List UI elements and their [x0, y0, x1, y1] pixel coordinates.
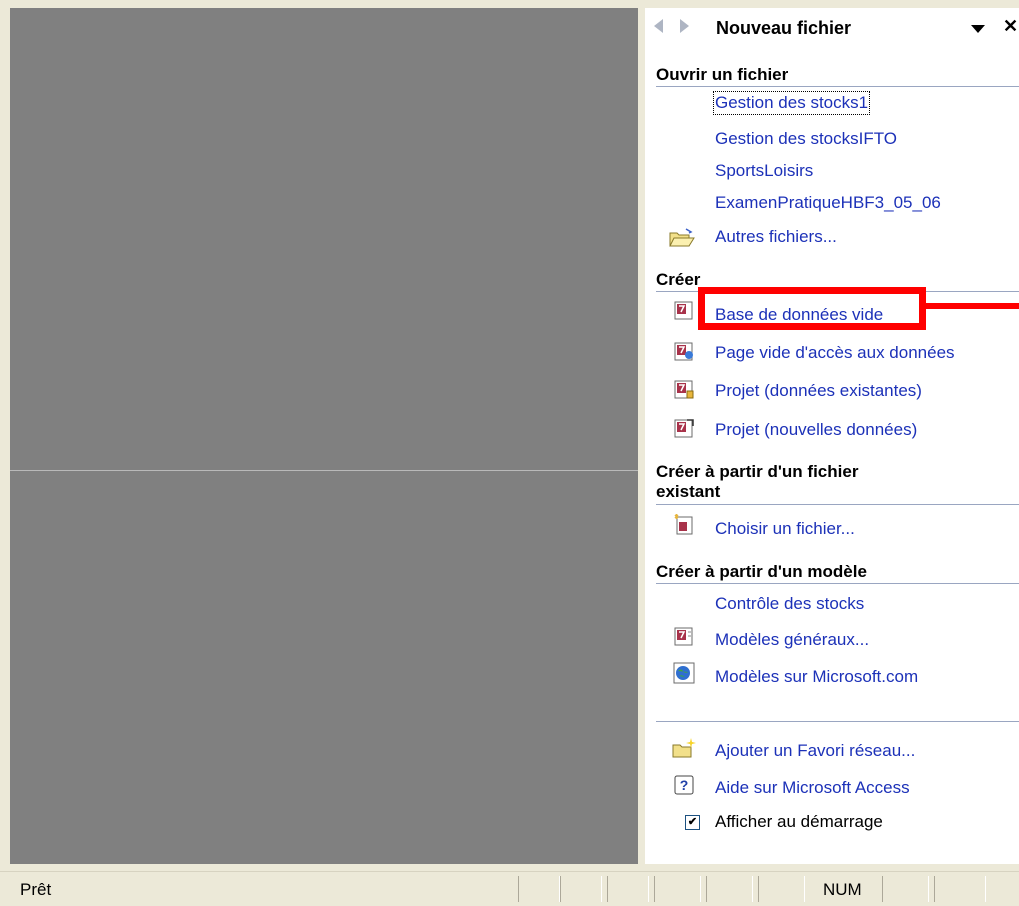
section-title-from-template: Créer à partir d'un modèle — [656, 562, 867, 581]
recent-file-link[interactable]: Gestion des stocksIFTO — [715, 129, 897, 149]
status-cell — [654, 876, 701, 902]
workspace-divider — [10, 470, 638, 471]
status-cell — [758, 876, 805, 902]
callout-line — [926, 303, 1019, 309]
close-icon[interactable]: ✕ — [1003, 16, 1018, 37]
section-title-open: Ouvrir un fichier — [656, 65, 789, 84]
num-lock-indicator: NUM — [823, 880, 862, 899]
mdi-workspace — [10, 8, 638, 864]
status-cell — [607, 876, 649, 902]
status-cell — [934, 876, 986, 902]
template-inventory-link[interactable]: Contrôle des stocks — [715, 594, 864, 614]
microsoft-templates-link[interactable]: Modèles sur Microsoft.com — [715, 667, 918, 687]
status-bar: Prêt NUM — [0, 871, 1019, 906]
section-title-create: Créer — [656, 270, 701, 289]
task-pane-title: Nouveau fichier — [716, 18, 852, 38]
other-files-link[interactable]: Autres fichiers... — [715, 227, 837, 247]
show-at-startup-label: Afficher au démarrage — [715, 812, 883, 831]
project-new-data-link[interactable]: Projet (nouvelles données) — [715, 420, 917, 440]
status-cell — [882, 876, 929, 902]
general-templates-link[interactable]: Modèles généraux... — [715, 630, 869, 650]
help-icon: ? — [674, 775, 694, 795]
svg-text:?: ? — [680, 777, 689, 793]
task-pane: Nouveau fichier ✕ Ouvrir un fichier Gest… — [645, 8, 1019, 864]
access-window: Nouveau fichier ✕ Ouvrir un fichier Gest… — [0, 0, 1019, 906]
data-access-page-icon — [674, 342, 693, 361]
blank-data-access-page-link[interactable]: Page vide d'accès aux données — [715, 343, 955, 363]
section-title-from-file: Créer à partir d'un fichier — [656, 462, 859, 481]
access-help-link[interactable]: Aide sur Microsoft Access — [715, 778, 910, 798]
recent-file-link[interactable]: Gestion des stocks1 — [712, 91, 871, 115]
choose-file-icon — [674, 514, 693, 535]
open-folder-icon — [669, 228, 695, 247]
recent-file-link[interactable]: ExamenPratiqueHBF3_05_06 — [715, 193, 941, 213]
recent-file-link[interactable]: SportsLoisirs — [715, 161, 813, 181]
back-arrow-icon[interactable] — [654, 19, 663, 33]
dropdown-arrow-icon[interactable] — [971, 25, 985, 33]
footer-divider — [656, 721, 1019, 722]
status-cell — [518, 876, 560, 902]
add-network-place-icon — [672, 738, 696, 758]
templates-icon — [674, 627, 693, 646]
status-cell — [706, 876, 753, 902]
status-cell — [560, 876, 602, 902]
globe-icon — [673, 662, 695, 684]
add-network-place-link[interactable]: Ajouter un Favori réseau... — [715, 741, 915, 761]
access-database-icon — [674, 301, 693, 320]
section-divider — [656, 86, 1019, 87]
choose-file-link[interactable]: Choisir un fichier... — [715, 519, 855, 539]
project-new-data-icon — [674, 419, 694, 438]
project-existing-data-link[interactable]: Projet (données existantes) — [715, 381, 922, 401]
project-existing-data-icon — [674, 380, 694, 399]
highlight-box — [698, 287, 926, 330]
show-at-startup-checkbox[interactable]: ✔ — [685, 815, 700, 830]
section-divider — [656, 504, 1019, 505]
task-pane-header: Nouveau fichier ✕ — [645, 8, 1019, 54]
status-text: Prêt — [20, 880, 52, 899]
section-title-from-file-line2: existant — [656, 482, 721, 501]
forward-arrow-icon[interactable] — [680, 19, 689, 33]
section-divider — [656, 583, 1019, 584]
